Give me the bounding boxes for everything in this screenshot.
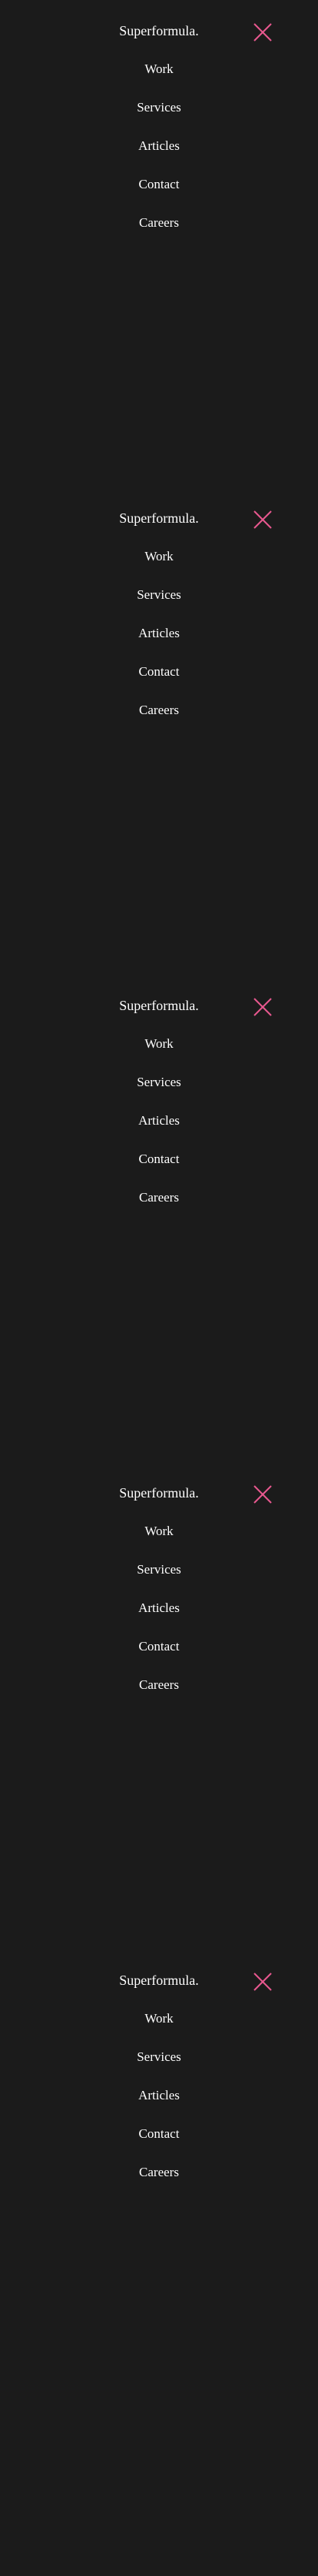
nav-link-careers[interactable]: Careers (139, 214, 179, 232)
nav-item: Services (0, 1073, 318, 1112)
nav-link-services[interactable]: Services (137, 586, 181, 604)
nav-item: Contact (0, 2125, 318, 2163)
nav-item: Careers (0, 701, 318, 740)
mobile-menu-panel: Superformula. Work Services Articles Con… (0, 0, 318, 487)
nav-item: Careers (0, 1676, 318, 1714)
nav-link-services[interactable]: Services (137, 2048, 181, 2066)
nav-item: Articles (0, 624, 318, 663)
nav-link-articles[interactable]: Articles (138, 2086, 180, 2105)
nav-menu: Work Services Articles Contact Careers (0, 1035, 318, 1227)
close-x-icon (253, 510, 272, 529)
nav-link-work[interactable]: Work (144, 1035, 173, 1053)
nav-link-contact[interactable]: Contact (139, 1637, 180, 1656)
nav-link-contact[interactable]: Contact (139, 663, 180, 681)
nav-menu: Work Services Articles Contact Careers (0, 1522, 318, 1714)
nav-item: Contact (0, 1150, 318, 1188)
nav-item: Articles (0, 1112, 318, 1150)
nav-menu: Work Services Articles Contact Careers (0, 60, 318, 252)
nav-link-work[interactable]: Work (144, 2009, 173, 2028)
nav-link-careers[interactable]: Careers (139, 1188, 179, 1207)
nav-item: Work (0, 1522, 318, 1561)
close-x-icon (253, 1973, 272, 1991)
close-menu-button[interactable] (252, 996, 273, 1018)
nav-link-articles[interactable]: Articles (138, 1599, 180, 1617)
nav-item: Services (0, 1561, 318, 1599)
close-menu-button[interactable] (252, 509, 273, 530)
mobile-menu-panel: Superformula. Work Services Articles Con… (0, 975, 318, 1462)
nav-link-articles[interactable]: Articles (138, 624, 180, 643)
nav-link-work[interactable]: Work (144, 60, 173, 78)
close-x-icon (253, 1485, 272, 1504)
nav-menu: Work Services Articles Contact Careers (0, 2009, 318, 2202)
nav-item: Careers (0, 1188, 318, 1227)
nav-link-contact[interactable]: Contact (139, 2125, 180, 2143)
nav-link-articles[interactable]: Articles (138, 137, 180, 155)
nav-item: Careers (0, 2163, 318, 2202)
nav-link-articles[interactable]: Articles (138, 1112, 180, 1130)
nav-item: Work (0, 60, 318, 98)
nav-item: Services (0, 586, 318, 624)
mobile-menu-panel: Superformula. Work Services Articles Con… (0, 1462, 318, 1949)
nav-link-careers[interactable]: Careers (139, 701, 179, 720)
nav-link-careers[interactable]: Careers (139, 1676, 179, 1694)
nav-link-services[interactable]: Services (137, 98, 181, 117)
nav-link-contact[interactable]: Contact (139, 175, 180, 194)
nav-item: Articles (0, 2086, 318, 2125)
nav-item: Articles (0, 137, 318, 175)
nav-item: Work (0, 1035, 318, 1073)
nav-item: Contact (0, 663, 318, 701)
nav-item: Articles (0, 1599, 318, 1637)
nav-item: Work (0, 547, 318, 586)
close-menu-button[interactable] (252, 22, 273, 43)
close-menu-button[interactable] (252, 1971, 273, 1993)
close-x-icon (253, 998, 272, 1016)
nav-menu: Work Services Articles Contact Careers (0, 547, 318, 740)
nav-link-services[interactable]: Services (137, 1073, 181, 1092)
close-menu-button[interactable] (252, 1484, 273, 1505)
nav-item: Contact (0, 1637, 318, 1676)
nav-link-services[interactable]: Services (137, 1561, 181, 1579)
nav-link-contact[interactable]: Contact (139, 1150, 180, 1168)
mobile-menu-panel: Superformula. Work Services Articles Con… (0, 1949, 318, 2437)
nav-link-careers[interactable]: Careers (139, 2163, 179, 2182)
nav-link-work[interactable]: Work (144, 1522, 173, 1541)
mobile-menu-panel: Superformula. Work Services Articles Con… (0, 487, 318, 975)
nav-link-work[interactable]: Work (144, 547, 173, 566)
nav-item: Work (0, 2009, 318, 2048)
nav-item: Services (0, 2048, 318, 2086)
nav-item: Contact (0, 175, 318, 214)
nav-item: Careers (0, 214, 318, 252)
nav-item: Services (0, 98, 318, 137)
close-x-icon (253, 23, 272, 42)
